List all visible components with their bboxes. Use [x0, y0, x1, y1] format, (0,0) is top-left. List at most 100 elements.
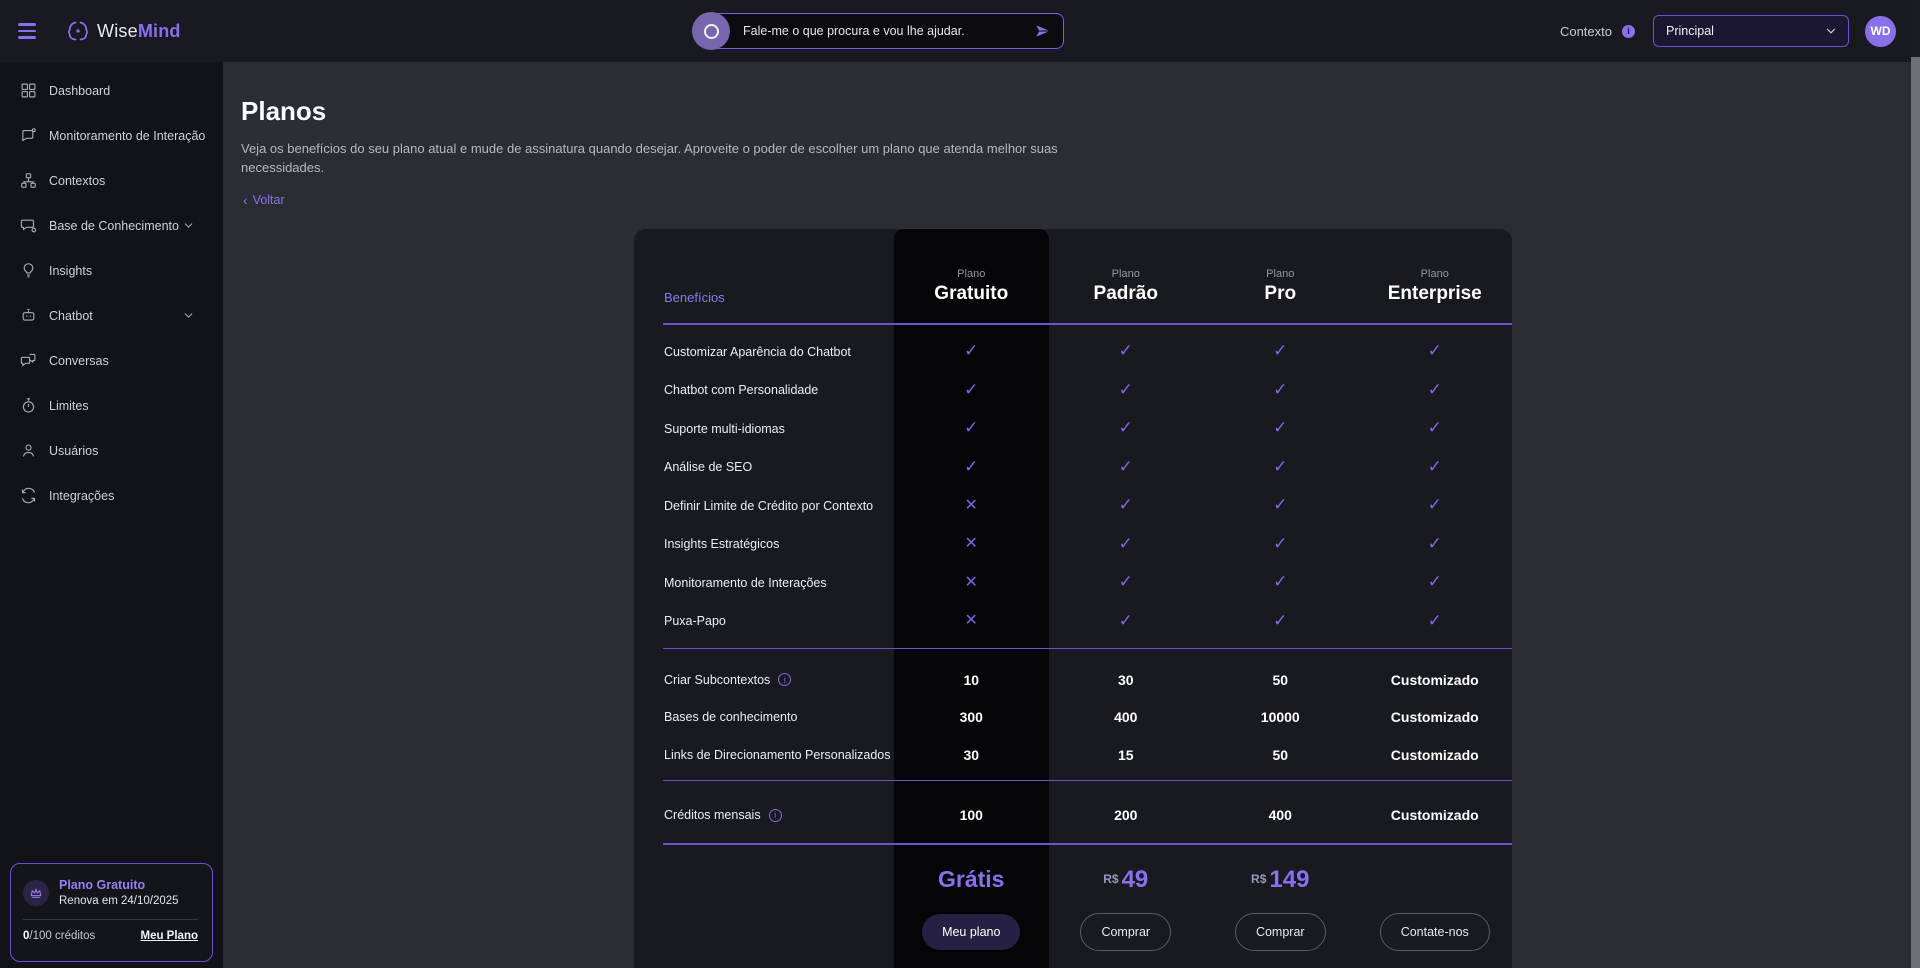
chevron-down-icon: [182, 309, 207, 322]
price-padrao: R$49: [1049, 866, 1204, 894]
user-avatar[interactable]: WD: [1865, 16, 1896, 47]
scrollbar-track: [1911, 0, 1920, 968]
app-root: WiseMind Contexto i Principal: [0, 0, 1920, 968]
my-plan-button[interactable]: Meu plano: [922, 914, 1020, 950]
users-icon: [20, 442, 37, 459]
check-icon: ✓: [964, 380, 978, 399]
wisemind-logo-icon: [66, 19, 90, 43]
send-button[interactable]: [1033, 22, 1053, 40]
feature-rows: Customizar Aparência do Chatbot ✓ ✓ ✓ ✓ …: [634, 325, 1512, 641]
knowledge-base-icon: [20, 217, 37, 234]
interaction-monitoring-icon: [20, 127, 37, 144]
section-divider: [663, 780, 1512, 782]
check-icon: ✓: [1273, 341, 1287, 360]
check-icon: ✓: [1119, 457, 1133, 476]
buy-padrao-button[interactable]: Comprar: [1080, 913, 1171, 951]
plan-card-bottom: 0/100 créditos Meu Plano: [23, 930, 198, 942]
chevron-down-icon: [1824, 24, 1838, 38]
table-row: Monitoramento de Interações ✕ ✓ ✓ ✓: [634, 564, 1512, 603]
check-icon: ✓: [964, 418, 978, 437]
info-icon[interactable]: i: [778, 673, 791, 686]
plan-header-gratuito: Plano Gratuito: [894, 268, 1049, 305]
contexto-info-icon[interactable]: i: [1622, 25, 1635, 38]
chatbot-icon: [20, 307, 37, 324]
check-icon: ✓: [1428, 534, 1442, 553]
table-row: Customizar Aparência do Chatbot ✓ ✓ ✓ ✓: [634, 333, 1512, 372]
buy-pro-button[interactable]: Comprar: [1235, 913, 1326, 951]
dashboard-icon: [20, 82, 37, 99]
send-icon: [1033, 22, 1053, 40]
cross-icon: ✕: [965, 612, 978, 629]
back-link[interactable]: ‹ Voltar: [243, 193, 285, 207]
section-divider: [663, 843, 1512, 845]
check-icon: ✓: [1273, 380, 1287, 399]
check-icon: ✓: [1273, 572, 1287, 591]
page-description: Veja os benefícios do seu plano atual e …: [241, 139, 1061, 177]
sidebar-item-limites[interactable]: Limites: [0, 383, 223, 428]
sidebar-item-chatbot[interactable]: Chatbot: [0, 293, 223, 338]
page-title: Planos: [241, 96, 1920, 127]
table-row: Chatbot com Personalidade ✓ ✓ ✓ ✓: [634, 371, 1512, 410]
check-icon: ✓: [1428, 611, 1442, 630]
topbar-right: Contexto i Principal WD: [1560, 0, 1896, 62]
check-icon: ✓: [1428, 572, 1442, 591]
assistant-search: [692, 11, 1064, 51]
sidebar-item-usuarios[interactable]: Usuários: [0, 428, 223, 473]
sidebar-item-monitoramento[interactable]: Monitoramento de Interação: [0, 113, 223, 158]
plan-header-padrao: Plano Padrão: [1049, 268, 1204, 305]
chevron-left-icon: ‹: [243, 193, 248, 207]
price-pro: R$149: [1203, 866, 1358, 894]
scrollbar-thumb[interactable]: [1911, 57, 1920, 968]
plan-header-enterprise: Plano Enterprise: [1358, 268, 1513, 305]
check-icon: ✓: [1428, 418, 1442, 437]
sidebar-plan-card: Plano Gratuito Renova em 24/10/2025 0/10…: [10, 863, 213, 962]
sidebar-item-base-conhecimento[interactable]: Base de Conhecimento: [0, 203, 223, 248]
pricing-buttons-row: Meu plano Comprar Comprar Contate-nos: [634, 905, 1512, 959]
contact-us-button[interactable]: Contate-nos: [1380, 913, 1490, 951]
sidebar-item-dashboard[interactable]: Dashboard: [0, 68, 223, 113]
header-divider: [663, 323, 1512, 325]
table-header-row: Benefícios Plano Gratuito Plano Padrão P…: [634, 229, 1512, 323]
plans-comparison-table: Benefícios Plano Gratuito Plano Padrão P…: [634, 229, 1512, 968]
check-icon: ✓: [964, 457, 978, 476]
hamburger-menu-icon[interactable]: [14, 19, 40, 42]
check-icon: ✓: [1119, 572, 1133, 591]
quota-rows: Criar Subcontextosi 10 30 50 Customizado…: [634, 649, 1512, 774]
price-gratuito: Grátis: [894, 866, 1049, 893]
meu-plano-link[interactable]: Meu Plano: [140, 930, 198, 942]
sidebar-item-conversas[interactable]: Conversas: [0, 338, 223, 383]
plan-card-top: Plano Gratuito Renova em 24/10/2025: [23, 878, 198, 907]
limits-icon: [20, 397, 37, 414]
check-icon: ✓: [1119, 380, 1133, 399]
contexto-label: Contexto: [1560, 24, 1612, 39]
sidebar-item-insights[interactable]: Insights: [0, 248, 223, 293]
wisemind-logo[interactable]: WiseMind: [66, 19, 181, 43]
check-icon: ✓: [1273, 534, 1287, 553]
check-icon: ✓: [1273, 457, 1287, 476]
benefits-header: Benefícios: [634, 290, 894, 305]
check-icon: ✓: [1428, 380, 1442, 399]
table-row: Análise de SEO ✓ ✓ ✓ ✓: [634, 448, 1512, 487]
sidebar-item-integracoes[interactable]: Integrações: [0, 473, 223, 518]
table-row: Puxa-Papo ✕ ✓ ✓ ✓: [634, 602, 1512, 641]
sidebar: Dashboard Monitoramento de Interação Con…: [0, 62, 223, 968]
check-icon: ✓: [1119, 341, 1133, 360]
cross-icon: ✕: [965, 497, 978, 514]
check-icon: ✓: [1273, 418, 1287, 437]
integrations-icon: [20, 487, 37, 504]
cross-icon: ✕: [965, 535, 978, 552]
topbar-left: WiseMind: [14, 0, 181, 62]
context-select-value: Principal: [1666, 24, 1824, 38]
main-content: Planos Veja os benefícios do seu plano a…: [223, 62, 1920, 968]
conversations-icon: [20, 352, 37, 369]
sidebar-item-contextos[interactable]: Contextos: [0, 158, 223, 203]
assistant-input[interactable]: [743, 24, 1033, 38]
sidebar-nav: Dashboard Monitoramento de Interação Con…: [0, 62, 223, 518]
check-icon: ✓: [1119, 534, 1133, 553]
pricing-row: Grátis R$49 R$149: [634, 845, 1512, 905]
check-icon: ✓: [1428, 341, 1442, 360]
check-icon: ✓: [1273, 611, 1287, 630]
info-icon[interactable]: i: [769, 809, 782, 822]
context-select[interactable]: Principal: [1653, 15, 1849, 47]
plan-card-renewal: Renova em 24/10/2025: [59, 895, 179, 907]
